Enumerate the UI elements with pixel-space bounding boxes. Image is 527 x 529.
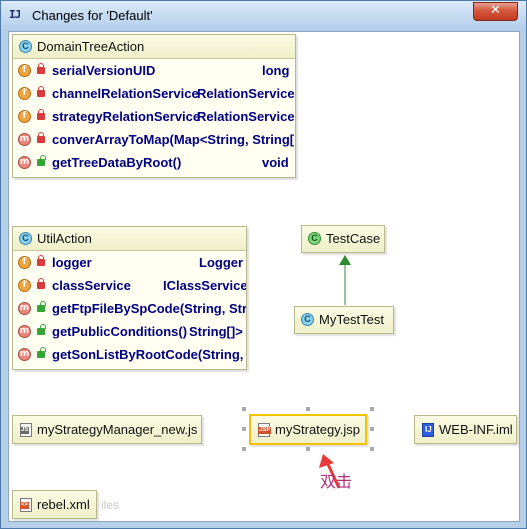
member-name: getFtpFileBySpCode(String, Stri [52, 301, 246, 316]
class-name: MyTestTest [319, 312, 385, 327]
double-click-annotation: 双击 [320, 472, 353, 491]
class-icon: C [19, 232, 32, 245]
member-type: void [262, 155, 289, 170]
member-name: serialVersionUID [52, 63, 156, 78]
member-row[interactable]: m getSonListByRootCode(String, H [13, 343, 246, 366]
field-icon: f [18, 256, 31, 269]
member-row[interactable]: f classService IClassService [13, 274, 246, 297]
member-name: classService [52, 278, 131, 293]
title-bar[interactable]: IJ Changes for 'Default' ✕ [1, 1, 526, 31]
member-row[interactable]: f strategyRelationService RelationServic… [13, 105, 295, 128]
file-box-strategy-manager-js[interactable]: JS myStrategyManager_new.js [12, 415, 202, 444]
faint-background-text: iles [101, 498, 120, 512]
member-type: long [262, 63, 290, 78]
class-icon: C [301, 313, 314, 326]
file-name: WEB-INF.iml [439, 422, 513, 437]
changes-window: IJ Changes for 'Default' ✕ C DomainTreeA… [0, 0, 527, 529]
jsp-file-icon: JSP [258, 423, 272, 437]
private-lock-icon [37, 86, 45, 97]
private-lock-icon [37, 278, 45, 289]
selection-handle[interactable] [370, 447, 374, 451]
file-name: myStrategyManager_new.js [37, 422, 198, 437]
member-row[interactable]: m getPublicConditions() String[]> [13, 320, 246, 343]
public-unlock-icon [37, 347, 46, 358]
selection-handle[interactable] [242, 447, 246, 451]
field-icon: f [18, 279, 31, 292]
private-lock-icon [37, 63, 45, 74]
public-unlock-icon [37, 155, 46, 166]
class-box-domain-tree-action[interactable]: C DomainTreeAction f serialVersionUID lo… [12, 34, 296, 178]
member-name: strategyRelationService [52, 109, 201, 124]
xml-file-icon: <> [20, 498, 32, 512]
member-row[interactable]: f serialVersionUID long [13, 59, 295, 82]
file-box-strategy-jsp[interactable]: JSP myStrategy.jsp [249, 414, 367, 445]
member-row[interactable]: m getFtpFileBySpCode(String, Stri [13, 297, 246, 320]
selection-handle[interactable] [242, 427, 246, 431]
class-name: UtilAction [37, 231, 92, 246]
field-icon: f [18, 64, 31, 77]
js-file-icon: JS [20, 423, 32, 437]
member-row[interactable]: m converArrayToMap(Map<String, String[ [13, 128, 295, 151]
member-name: channelRelationService [52, 86, 199, 101]
member-name: converArrayToMap(Map<String, String[ [52, 132, 295, 147]
class-box-my-test-test[interactable]: C MyTestTest [294, 306, 394, 334]
class-box-test-case[interactable]: C TestCase [301, 225, 385, 253]
public-unlock-icon [37, 301, 46, 312]
method-icon: m [18, 348, 31, 361]
member-type: IClassService [163, 278, 246, 293]
private-lock-icon [37, 132, 45, 143]
class-name: TestCase [326, 231, 381, 246]
class-box-util-action[interactable]: C UtilAction f logger Logger f classServ… [12, 226, 247, 370]
method-icon: m [18, 133, 31, 146]
selection-handle[interactable] [370, 427, 374, 431]
file-name: myStrategy.jsp [275, 422, 361, 437]
test-class-icon: C [308, 232, 321, 245]
member-type: Logger [199, 255, 244, 270]
window-title: Changes for 'Default' [32, 8, 153, 23]
method-icon: m [18, 302, 31, 315]
method-icon: m [18, 156, 31, 169]
selection-handle[interactable] [242, 407, 246, 411]
member-type: RelationService [197, 86, 295, 101]
method-icon: m [18, 325, 31, 338]
class-header: C DomainTreeAction [13, 35, 295, 59]
intellij-app-icon: IJ [8, 8, 25, 24]
diagram-canvas[interactable]: C DomainTreeAction f serialVersionUID lo… [8, 31, 520, 522]
private-lock-icon [37, 255, 45, 266]
member-name: getSonListByRootCode(String, H [52, 347, 246, 362]
class-name: DomainTreeAction [37, 39, 145, 54]
selection-handle[interactable] [306, 447, 310, 451]
public-unlock-icon [37, 324, 46, 335]
inheritance-arrow [339, 255, 351, 305]
member-row[interactable]: f channelRelationService RelationService [13, 82, 295, 105]
member-row[interactable]: m getTreeDataByRoot() void [13, 151, 295, 174]
field-icon: f [18, 87, 31, 100]
member-row[interactable]: f logger Logger [13, 251, 246, 274]
member-name: logger [52, 255, 92, 270]
private-lock-icon [37, 109, 45, 120]
file-box-web-inf-iml[interactable]: IJ WEB-INF.iml [414, 415, 517, 444]
selection-handle[interactable] [370, 407, 374, 411]
member-type: String[]> [189, 324, 243, 339]
member-name: getPublicConditions() [52, 324, 188, 339]
member-name: getTreeDataByRoot() [52, 155, 182, 170]
selection-handle[interactable] [306, 407, 310, 411]
member-type: RelationService [197, 109, 295, 124]
iml-file-icon: IJ [422, 423, 434, 437]
class-icon: C [19, 40, 32, 53]
file-name: rebel.xml [37, 497, 90, 512]
file-box-rebel-xml[interactable]: <> rebel.xml [12, 490, 97, 519]
close-button[interactable]: ✕ [473, 2, 518, 21]
class-header: C UtilAction [13, 227, 246, 251]
field-icon: f [18, 110, 31, 123]
